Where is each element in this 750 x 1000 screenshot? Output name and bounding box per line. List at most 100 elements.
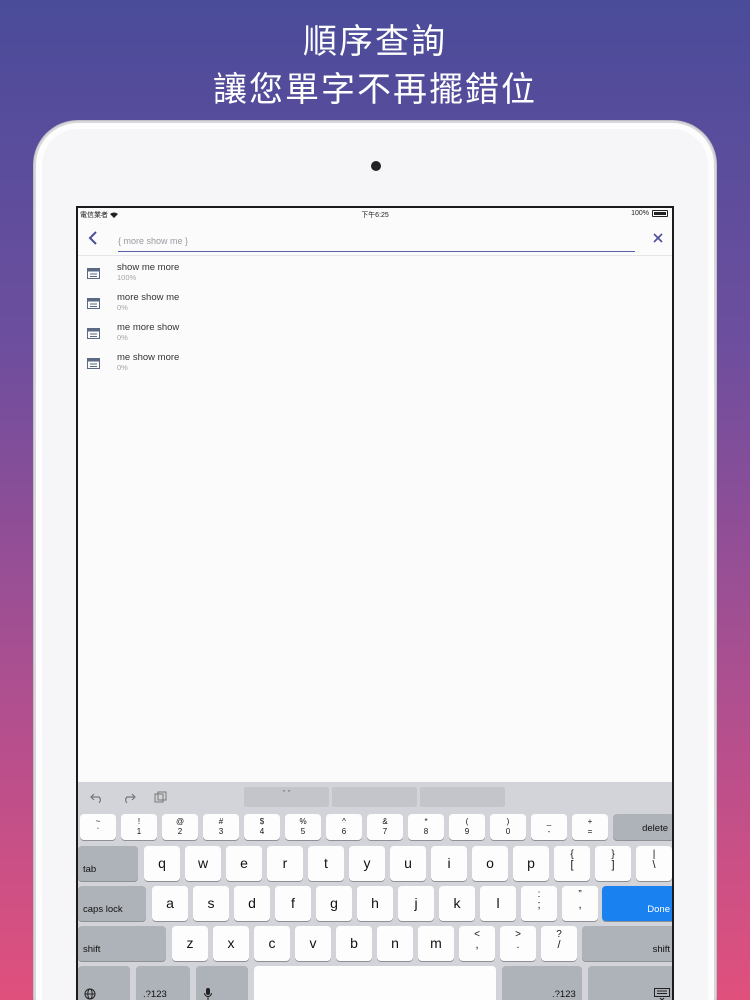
key-1[interactable]: ! 1: [121, 814, 157, 840]
headline-line-1: 順序查詢: [303, 22, 447, 62]
result-item[interactable]: me more show 0%: [78, 320, 672, 350]
key-w[interactable]: w: [185, 846, 221, 881]
key-4[interactable]: $4: [244, 814, 280, 840]
key-glyph: 2: [177, 827, 183, 836]
suggestion-2[interactable]: [332, 787, 417, 807]
key-shift-glyph: !: [137, 817, 141, 826]
suggestion-3[interactable]: [420, 787, 505, 807]
key-o[interactable]: o: [472, 846, 508, 881]
key-glyph: 0: [505, 827, 511, 836]
key-z[interactable]: z: [172, 926, 208, 961]
shift-left-key[interactable]: shift: [78, 926, 166, 961]
key-k[interactable]: k: [439, 886, 475, 921]
key-`[interactable]: ~ `: [80, 814, 116, 840]
key-glyph: 3: [218, 827, 224, 836]
key-shift-glyph: &: [382, 817, 388, 826]
result-title: show me more: [117, 262, 180, 273]
key-s[interactable]: s: [193, 886, 229, 921]
result-card-icon: [87, 358, 100, 369]
status-time: 下午6:25: [361, 212, 389, 219]
result-item[interactable]: more show me 0%: [78, 290, 672, 320]
key-shift-glyph: $: [259, 817, 265, 826]
key-j[interactable]: j: [398, 886, 434, 921]
key-shift-glyph: #: [218, 817, 224, 826]
key-glyph: 5: [300, 827, 306, 836]
done-key[interactable]: Done: [602, 886, 672, 921]
tab-key[interactable]: tab: [78, 846, 138, 881]
key-h[interactable]: h: [357, 886, 393, 921]
key-glyph: ]: [611, 859, 615, 871]
key-c[interactable]: c: [254, 926, 290, 961]
key-shift-glyph: <: [474, 929, 480, 940]
search-bar: [78, 222, 672, 256]
key-r[interactable]: r: [267, 846, 303, 881]
key-3[interactable]: #3: [203, 814, 239, 840]
key-8[interactable]: * 8: [408, 814, 444, 840]
result-card-icon: [87, 268, 100, 279]
key-=[interactable]: + =: [572, 814, 608, 840]
key-i[interactable]: i: [431, 846, 467, 881]
key-9[interactable]: (9: [449, 814, 485, 840]
key-v[interactable]: v: [295, 926, 331, 961]
back-chevron-icon[interactable]: [86, 230, 100, 246]
caps-lock-key[interactable]: caps lock: [78, 886, 146, 921]
key-n[interactable]: n: [377, 926, 413, 961]
key-g[interactable]: g: [316, 886, 352, 921]
key-.[interactable]: >.: [500, 926, 536, 961]
key-2[interactable]: @2: [162, 814, 198, 840]
key-e[interactable]: e: [226, 846, 262, 881]
result-item[interactable]: show me more 100%: [78, 260, 672, 290]
key-shift-glyph: ): [506, 817, 510, 826]
suggestion-1[interactable]: " ": [244, 787, 329, 807]
key-[[interactable]: {[: [554, 846, 590, 881]
key-,[interactable]: <,: [459, 926, 495, 961]
key-b[interactable]: b: [336, 926, 372, 961]
numbers-left-key[interactable]: .?123: [136, 966, 190, 1000]
key-p[interactable]: p: [513, 846, 549, 881]
key-glyph: 8: [423, 827, 429, 836]
delete-key[interactable]: delete: [613, 814, 672, 840]
key-u[interactable]: u: [390, 846, 426, 881]
key-][interactable]: }]: [595, 846, 631, 881]
numbers-right-key[interactable]: .?123: [502, 966, 582, 1000]
key-7[interactable]: & 7: [367, 814, 403, 840]
headline-line-2: 讓您單字不再擺錯位: [213, 70, 537, 110]
globe-key[interactable]: [78, 966, 130, 1000]
dictation-key[interactable]: [196, 966, 248, 1000]
results-list: show me more 100% more show me 0% me mor…: [78, 256, 672, 380]
key-l[interactable]: l: [480, 886, 516, 921]
key-shift-glyph: ^: [342, 817, 346, 826]
key-shift-glyph: :: [537, 889, 541, 900]
result-item[interactable]: me show more 0%: [78, 350, 672, 380]
key-5[interactable]: % 5: [285, 814, 321, 840]
key-t[interactable]: t: [308, 846, 344, 881]
key-\[interactable]: | \: [636, 846, 672, 881]
key-y[interactable]: y: [349, 846, 385, 881]
key-x[interactable]: x: [213, 926, 249, 961]
key-a[interactable]: a: [152, 886, 188, 921]
key-m[interactable]: m: [418, 926, 454, 961]
keyboard: " " ~ `! 1 @2 #3 $4% 5 ^ 6 & 7 * 8(9) 0 _ - + = delete tab q…: [78, 782, 672, 1000]
key-f[interactable]: f: [275, 886, 311, 921]
key-0[interactable]: ) 0: [490, 814, 526, 840]
key-shift-glyph: {: [570, 849, 574, 860]
space-key[interactable]: [254, 966, 496, 1000]
paste-icon[interactable]: [154, 791, 168, 803]
clear-icon[interactable]: [652, 232, 664, 244]
key-label: Done: [647, 904, 670, 915]
globe-icon: [84, 988, 96, 1000]
key-6[interactable]: ^ 6: [326, 814, 362, 840]
key-d[interactable]: d: [234, 886, 270, 921]
key-/[interactable]: ? /: [541, 926, 577, 961]
undo-icon[interactable]: [90, 791, 104, 803]
key-;[interactable]: :;: [521, 886, 557, 921]
redo-icon[interactable]: [122, 791, 136, 803]
key-glyph: \: [652, 859, 656, 871]
hide-keyboard-key[interactable]: [588, 966, 672, 1000]
key-q[interactable]: q: [144, 846, 180, 881]
key-,[interactable]: ”,: [562, 886, 598, 921]
search-input[interactable]: [118, 230, 635, 252]
key--[interactable]: _ -: [531, 814, 567, 840]
key-label: .?123: [143, 989, 167, 1000]
shift-right-key[interactable]: shift: [582, 926, 672, 961]
